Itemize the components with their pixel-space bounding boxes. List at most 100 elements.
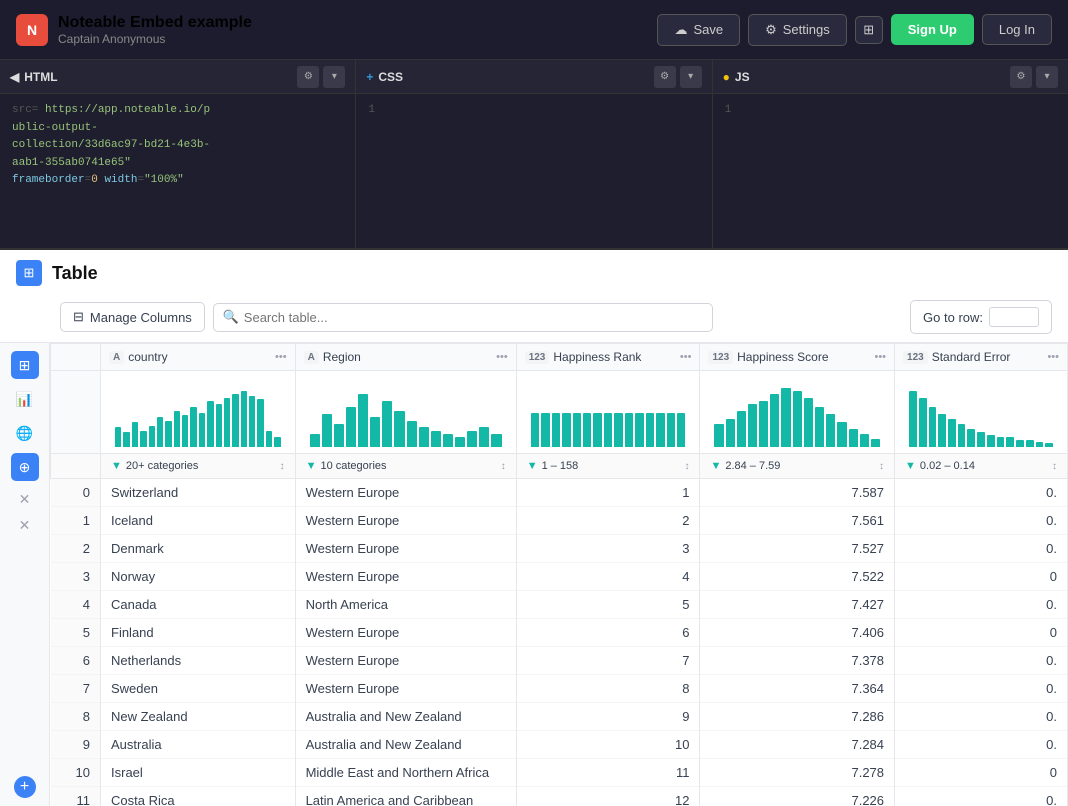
css-panel: + CSS ⚙ ▾ 1 — [356, 60, 712, 248]
filter-icon: ▼ — [527, 460, 538, 472]
table-type-icon: ⊞ — [16, 260, 42, 286]
add-button[interactable]: + — [14, 776, 36, 798]
bar — [431, 431, 441, 448]
rank-cell: 4 — [516, 563, 700, 591]
row-index: 7 — [51, 675, 101, 703]
sidebar-chart-icon[interactable]: 📊 — [11, 385, 39, 413]
sort-icon[interactable]: ↕ — [501, 461, 506, 472]
table-title: Table — [52, 263, 98, 284]
rank-col-menu[interactable]: ••• — [680, 351, 692, 363]
country-col-menu[interactable]: ••• — [275, 351, 287, 363]
rank-header: 123 Happiness Rank ••• — [516, 344, 700, 371]
filter-row: ▼ 20+ categories ↕ ▼ 10 categories ↕ — [51, 454, 1068, 479]
search-input[interactable] — [213, 303, 713, 332]
sidebar-table-icon[interactable]: ⊞ — [11, 351, 39, 379]
sort-icon[interactable]: ↕ — [684, 461, 689, 472]
country-filter-cell[interactable]: ▼ 20+ categories ↕ — [101, 454, 296, 479]
rank-filter-cell[interactable]: ▼ 1 – 158 ↕ — [516, 454, 700, 479]
content-with-sidebar: ⊞ 📊 🌐 ⊕ ✕ ✕ + — [0, 343, 1068, 806]
html-header-right: ⚙ ▾ — [297, 66, 345, 88]
html-label: HTML — [24, 70, 57, 84]
score-filter-cell[interactable]: ▼ 2.84 – 7.59 ↕ — [700, 454, 895, 479]
rank-cell: 8 — [516, 675, 700, 703]
bar — [232, 394, 238, 447]
sort-icon[interactable]: ↕ — [879, 461, 884, 472]
region-cell: Western Europe — [295, 647, 516, 675]
score-cell: 7.427 — [700, 591, 895, 619]
sort-icon[interactable]: ↕ — [1052, 461, 1057, 472]
score-col-name: Happiness Score — [737, 350, 870, 364]
row-index: 11 — [51, 787, 101, 806]
column-headers-row: A country ••• A Region ••• — [51, 344, 1068, 371]
table-row: 8 New Zealand Australia and New Zealand … — [51, 703, 1068, 731]
score-filter-text: 2.84 – 7.59 — [725, 460, 780, 472]
sidebar-special-icon[interactable]: ⊕ — [11, 453, 39, 481]
js-panel-header: ● JS ⚙ ▾ — [713, 60, 1068, 94]
bar — [182, 415, 188, 447]
bar — [322, 414, 332, 447]
grid-icon: ⊞ — [863, 22, 874, 38]
bar — [909, 391, 917, 447]
score-header: 123 Happiness Score ••• — [700, 344, 895, 371]
error-chart-cell — [895, 371, 1068, 454]
country-cell: New Zealand — [101, 703, 296, 731]
sidebar-globe-icon[interactable]: 🌐 — [11, 419, 39, 447]
js-dropdown-btn[interactable]: ▾ — [1036, 66, 1058, 88]
bar — [815, 407, 824, 447]
bar — [646, 413, 654, 447]
country-col-name: country — [128, 350, 271, 364]
manage-columns-button[interactable]: ⊟ Manage Columns — [60, 302, 205, 332]
region-cell: Western Europe — [295, 535, 516, 563]
error-col-menu[interactable]: ••• — [1047, 351, 1059, 363]
bar — [804, 398, 813, 448]
score-col-menu[interactable]: ••• — [874, 351, 886, 363]
collapse-icon[interactable]: ✕ — [19, 491, 31, 509]
bar — [552, 413, 560, 447]
html-dot: ◀ — [10, 70, 19, 84]
collapse-icon2[interactable]: ✕ — [19, 517, 31, 535]
settings-button[interactable]: ⚙ Settings — [748, 14, 847, 46]
table-toolbar: ⊟ Manage Columns 🔍 Go to row: — [0, 292, 1068, 343]
bar — [394, 411, 404, 447]
region-col-menu[interactable]: ••• — [496, 351, 508, 363]
css-settings-btn[interactable]: ⚙ — [654, 66, 676, 88]
region-cell: Australia and New Zealand — [295, 731, 516, 759]
country-cell: Finland — [101, 619, 296, 647]
country-cell: Netherlands — [101, 647, 296, 675]
sort-icon[interactable]: ↕ — [280, 461, 285, 472]
bar — [455, 437, 465, 447]
bar — [860, 434, 869, 447]
country-cell: Costa Rica — [101, 787, 296, 806]
js-lang-badge: ● JS — [723, 70, 750, 84]
bar — [759, 401, 768, 447]
score-cell: 7.286 — [700, 703, 895, 731]
filter-icon: ▼ — [306, 460, 317, 472]
html-settings-btn[interactable]: ⚙ — [297, 66, 319, 88]
js-settings-btn[interactable]: ⚙ — [1010, 66, 1032, 88]
region-filter-cell[interactable]: ▼ 10 categories ↕ — [295, 454, 516, 479]
rank-chart-cell — [516, 371, 700, 454]
error-cell: 0. — [895, 703, 1068, 731]
goto-row-input[interactable] — [989, 307, 1039, 327]
region-cell: North America — [295, 591, 516, 619]
error-cell: 0. — [895, 647, 1068, 675]
error-chart — [905, 377, 1057, 447]
login-button[interactable]: Log In — [982, 14, 1052, 45]
bar — [140, 431, 146, 448]
signup-button[interactable]: Sign Up — [891, 14, 974, 45]
score-cell: 7.378 — [700, 647, 895, 675]
error-filter-cell[interactable]: ▼ 0.02 – 0.14 ↕ — [895, 454, 1068, 479]
grid-button[interactable]: ⊞ — [855, 16, 883, 44]
css-dropdown-btn[interactable]: ▾ — [680, 66, 702, 88]
app-subtitle: Captain Anonymous — [58, 32, 252, 46]
table-row: 6 Netherlands Western Europe 7 7.378 0. — [51, 647, 1068, 675]
filter-index-cell — [51, 454, 101, 479]
search-icon: 🔍 — [223, 309, 239, 325]
bar — [1006, 437, 1014, 447]
html-dropdown-btn[interactable]: ▾ — [323, 66, 345, 88]
css-label: CSS — [378, 70, 403, 84]
css-header-right: ⚙ ▾ — [654, 66, 702, 88]
bar — [967, 429, 975, 447]
save-button[interactable]: ☁ Save — [657, 14, 740, 46]
bar — [241, 391, 247, 447]
